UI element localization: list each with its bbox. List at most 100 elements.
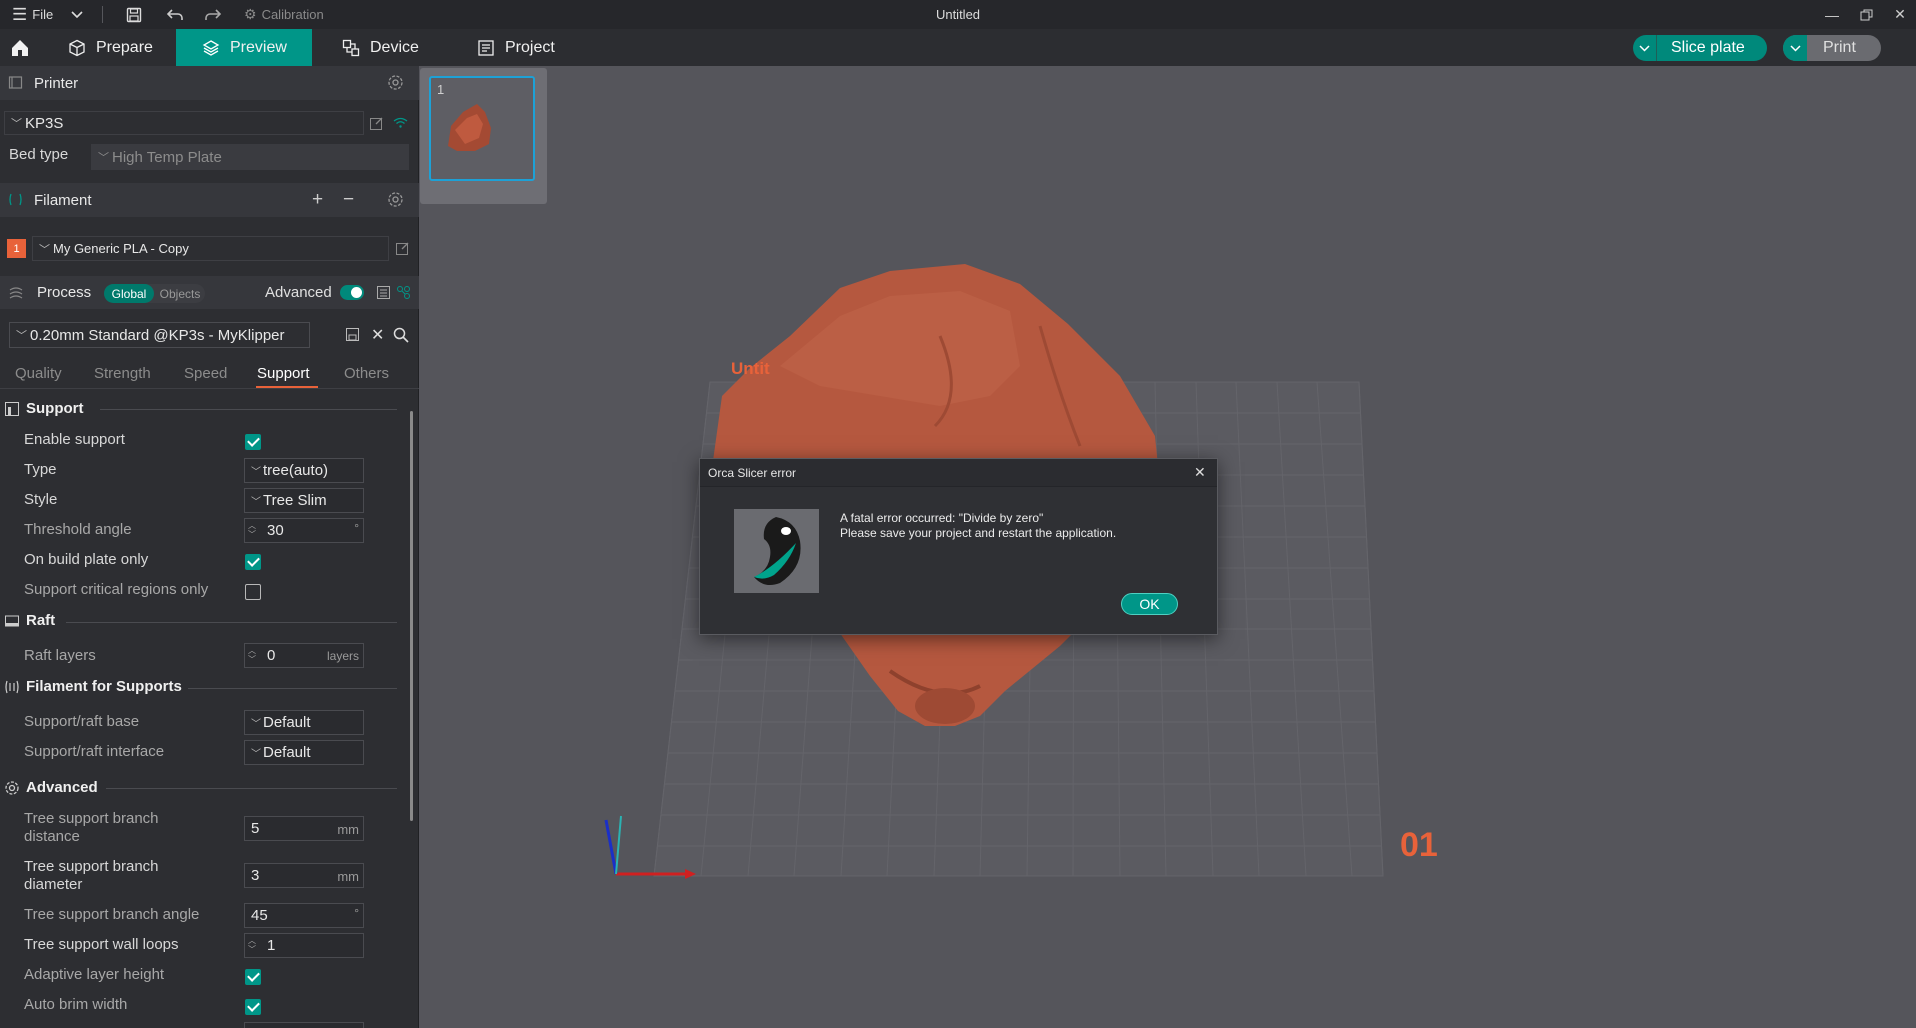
stepper-arrows-icon[interactable]: ︿ ﹀ (248, 936, 256, 954)
branch-angle-unit: ° (354, 906, 359, 920)
print-dropdown-icon[interactable] (1783, 35, 1807, 61)
ok-button[interactable]: OK (1121, 593, 1178, 615)
calibration-icon: ⚙ (244, 6, 257, 22)
branch-distance-input[interactable]: 5 mm (244, 816, 364, 841)
auto-brim-checkbox[interactable] (245, 999, 261, 1015)
threshold-angle-input[interactable]: ︿ ﹀ 30 ° (244, 518, 364, 543)
stepper-arrows-icon[interactable]: ︿ ﹀ (248, 521, 256, 539)
file-menu[interactable]: ☰ File (12, 0, 53, 29)
scope-toggle[interactable]: Global Objects (104, 284, 205, 303)
remove-filament-icon[interactable]: − (343, 189, 354, 211)
wifi-icon[interactable] (393, 116, 408, 133)
bed-type-select[interactable]: ﹀ High Temp Plate (91, 144, 409, 170)
next-setting-input[interactable] (244, 1022, 364, 1028)
filament-supports-group-header: Filament for Supports (4, 678, 182, 695)
process-tabs: Quality Strength Speed Support Others (0, 359, 419, 389)
printer-preset-select[interactable]: ﹀ KP3S (4, 111, 364, 135)
enable-support-checkbox[interactable] (245, 434, 261, 450)
orca-logo-icon (734, 509, 819, 593)
layers-icon (202, 39, 220, 56)
calibration-menu[interactable]: ⚙ Calibration (244, 0, 324, 29)
branch-angle-input[interactable]: 45 ° (244, 903, 364, 928)
support-style-select[interactable]: ﹀ Tree Slim (244, 488, 364, 513)
tab-others[interactable]: Others (344, 365, 389, 382)
support-base-label: Support/raft base (24, 713, 140, 730)
slice-plate-button[interactable]: Slice plate (1633, 35, 1767, 61)
filament-slot-badge[interactable]: 1 (7, 239, 26, 258)
hamburger-icon: ☰ (12, 4, 28, 24)
advanced-toggle[interactable] (340, 285, 364, 300)
printer-name: KP3S (25, 114, 64, 132)
tab-support[interactable]: Support (257, 365, 310, 382)
branch-diameter-label: Tree support branch diameter (24, 858, 159, 893)
raft-layers-input[interactable]: ︿ ﹀ 0 layers (244, 643, 364, 668)
scope-global-button[interactable]: Global (104, 284, 154, 303)
raft-icon (5, 615, 19, 626)
printer-settings-icon[interactable] (387, 74, 404, 95)
close-window-icon[interactable]: ✕ (1884, 0, 1916, 29)
slice-dropdown-icon[interactable] (1633, 35, 1657, 61)
add-filament-icon[interactable]: + (312, 189, 323, 211)
print-button[interactable]: Print (1783, 35, 1881, 61)
tab-speed[interactable]: Speed (184, 365, 227, 382)
settings-scrollbar[interactable] (410, 411, 413, 821)
wall-loops-input[interactable]: ︿ ﹀ 1 (244, 933, 364, 958)
chevron-down-icon[interactable] (70, 0, 84, 29)
z-axis (615, 815, 622, 875)
support-base-select[interactable]: ﹀ Default (244, 710, 364, 735)
printer-section-header: Printer (0, 66, 419, 100)
home-icon[interactable] (0, 29, 40, 66)
enable-support-label: Enable support (24, 431, 125, 448)
chevron-down-icon: ﹀ (39, 243, 50, 256)
branch-diameter-unit: mm (337, 869, 359, 884)
tab-preview[interactable]: Preview (176, 29, 312, 66)
support-type-select[interactable]: ﹀ tree(auto) (244, 458, 364, 483)
advanced-group-title: Advanced (26, 779, 98, 796)
tab-device[interactable]: Device (330, 29, 431, 66)
connect-icon[interactable] (396, 285, 411, 304)
scope-objects-button[interactable]: Objects (156, 284, 204, 303)
filament-settings-icon[interactable] (387, 191, 404, 212)
save-preset-icon[interactable] (345, 327, 360, 346)
chevron-down-icon: ﹀ (251, 749, 261, 760)
chevron-down-icon: ﹀ (251, 719, 261, 730)
compare-icon[interactable] (376, 285, 391, 304)
stepper-arrows-icon[interactable]: ︿ ﹀ (248, 646, 256, 664)
raft-group-header: Raft (4, 612, 55, 629)
support-type-label: Type (24, 461, 57, 478)
redo-icon[interactable] (204, 0, 222, 29)
error-message-line-2: Please save your project and restart the… (840, 526, 1117, 540)
close-preset-icon[interactable]: ✕ (371, 325, 384, 345)
error-message-line-1: A fatal error occurred: "Divide by zero" (840, 511, 1044, 525)
branch-angle-value: 45 (251, 907, 268, 924)
cube-icon (69, 39, 85, 56)
device-icon (342, 39, 360, 56)
tab-strength[interactable]: Strength (94, 365, 151, 382)
restore-icon[interactable] (1850, 0, 1882, 29)
edit-filament-icon[interactable] (395, 241, 410, 260)
tab-prepare[interactable]: Prepare (56, 29, 165, 66)
tab-quality[interactable]: Quality (15, 365, 62, 382)
edit-printer-icon[interactable] (369, 116, 384, 135)
support-group-header: Support (4, 400, 84, 417)
search-icon[interactable] (393, 327, 409, 347)
filament-supports-group-title: Filament for Supports (26, 678, 182, 695)
tab-device-label: Device (370, 38, 419, 56)
process-preset-select[interactable]: ﹀ 0.20mm Standard @KP3s - MyKlipper (9, 322, 310, 348)
divider (100, 409, 397, 410)
branch-diameter-input[interactable]: 3 mm (244, 863, 364, 888)
divider (106, 788, 397, 789)
save-icon[interactable] (126, 0, 142, 29)
undo-icon[interactable] (166, 0, 184, 29)
dialog-close-icon[interactable]: ✕ (1194, 464, 1206, 481)
minimize-icon[interactable]: — (1816, 0, 1848, 29)
build-plate-only-checkbox[interactable] (245, 554, 261, 570)
filament-preset-select[interactable]: ﹀ My Generic PLA - Copy (32, 236, 389, 261)
tab-project[interactable]: Project (465, 29, 567, 66)
support-interface-select[interactable]: ﹀ Default (244, 740, 364, 765)
tab-project-label: Project (505, 38, 555, 56)
file-menu-label: File (32, 7, 54, 22)
critical-regions-checkbox[interactable] (245, 584, 261, 600)
model-tip (915, 688, 975, 724)
adaptive-layer-checkbox[interactable] (245, 969, 261, 985)
